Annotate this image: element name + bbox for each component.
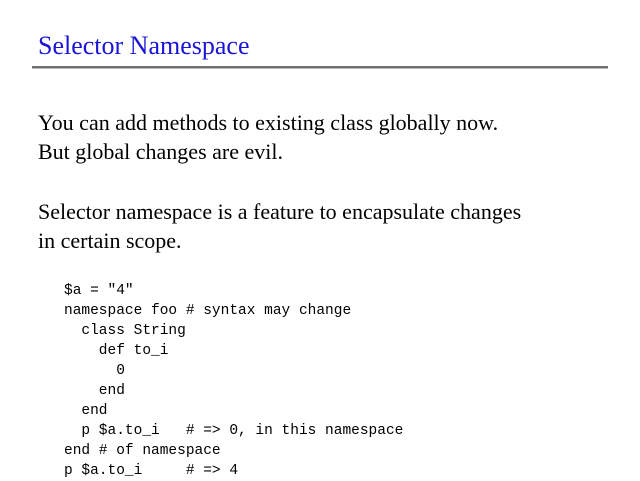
code-line: 0: [64, 363, 125, 379]
paragraph-definition: Selector namespace is a feature to encap…: [38, 197, 521, 255]
code-sample: $a = "4" namespace foo # syntax may chang…: [64, 281, 403, 481]
code-line: namespace foo # syntax may change: [64, 303, 352, 319]
paragraph-line: Selector namespace is a feature to encap…: [38, 199, 522, 224]
code-line: p $a.to_i # => 4: [64, 463, 239, 479]
code-line: def to_i: [64, 343, 169, 359]
paragraph-intro: You can add methods to existing class gl…: [38, 108, 498, 166]
title-divider: [32, 66, 608, 69]
code-line: end: [64, 403, 108, 419]
paragraph-line: in certain scope.: [38, 228, 182, 253]
code-line: $a = "4": [64, 283, 134, 299]
slide-title: Selector Namespace: [38, 31, 250, 60]
code-line: p $a.to_i # => 0, in this namespace: [64, 423, 404, 439]
paragraph-line: But global changes are evil.: [38, 139, 283, 164]
code-line: end # of namespace: [64, 443, 221, 459]
code-line: end: [64, 383, 125, 399]
paragraph-line: You can add methods to existing class gl…: [38, 110, 499, 135]
code-line: class String: [64, 323, 186, 339]
